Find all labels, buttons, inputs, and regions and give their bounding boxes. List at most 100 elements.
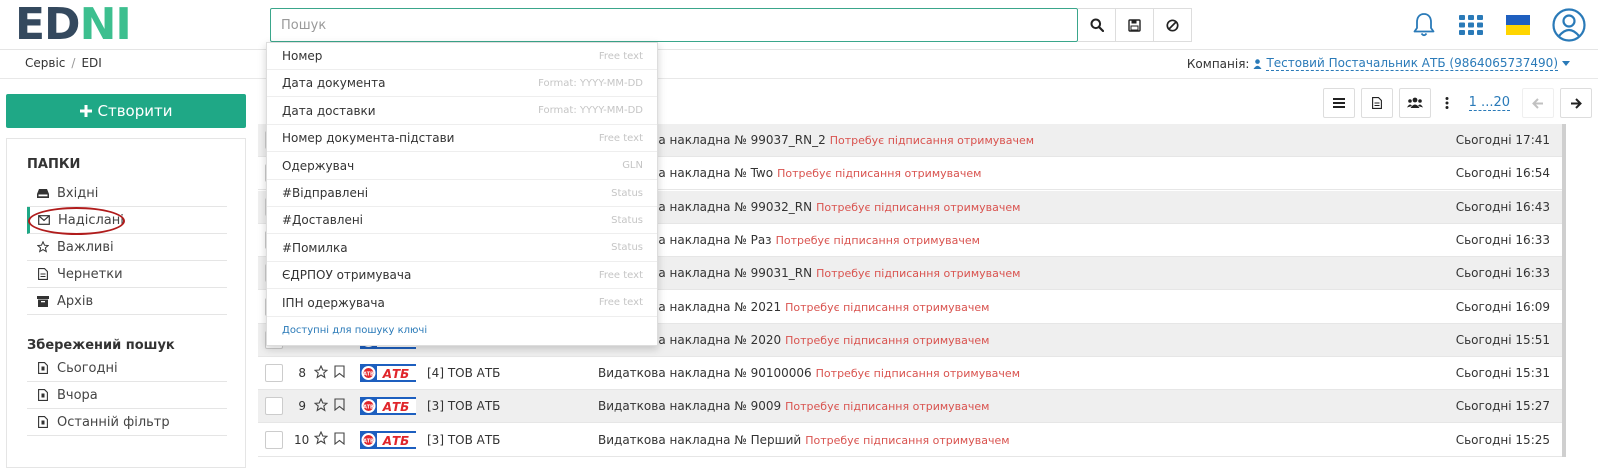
row-company: [4] ТОВ АТБ [427, 366, 501, 381]
breadcrumb-item-service[interactable]: Сервіс [25, 56, 65, 70]
search-key-label: #Доставлені [282, 213, 364, 228]
saved-search-yesterday[interactable]: Вчора [27, 382, 227, 409]
row-time: Сьогодні 16:09 [1455, 299, 1550, 314]
company-selector: Компанія: Тестовий Постачальник АТБ (986… [1187, 56, 1570, 71]
document-view-button[interactable] [1360, 88, 1393, 118]
search-key-option[interactable]: ІПН одержувача Free text [267, 290, 657, 317]
plus-icon [79, 105, 92, 117]
search-key-hint: Status [611, 187, 643, 199]
row-document[interactable]: Видаткова накладна № Перший Потребує підп… [598, 433, 1010, 447]
notifications-button[interactable] [1412, 12, 1436, 38]
search-key-option[interactable]: Номер Free text [267, 43, 657, 70]
logo[interactable]: ED NI [15, 0, 132, 50]
ukraine-flag-icon [1506, 15, 1530, 35]
row-status: Потребує підписання отримувачем [785, 333, 990, 347]
search-key-hint: Format: YYYY-MM-DD [538, 77, 643, 89]
save-search-button[interactable] [1116, 8, 1154, 42]
logo-text-left: ED [15, 0, 81, 50]
breadcrumb-item-edi[interactable]: EDI [81, 56, 101, 70]
user-menu-button[interactable] [1552, 8, 1586, 42]
scrollbar[interactable] [1562, 124, 1566, 457]
row-company: [3] ТОВ АТБ [427, 432, 501, 447]
more-options-button[interactable] [1436, 88, 1457, 118]
grid-icon [1459, 15, 1483, 35]
saved-search-last-filter[interactable]: Останній фільтр [27, 409, 227, 436]
sidebar-item-important[interactable]: Важливі [27, 234, 227, 261]
star-icon[interactable] [313, 397, 329, 415]
list-view-button[interactable] [1322, 88, 1355, 118]
sidebar-item-label: Архів [57, 293, 94, 309]
pager-range[interactable]: 1 ...20 [1468, 95, 1510, 111]
row-document[interactable]: Видаткова накладна № 99031_RN Потребує пі… [598, 266, 1020, 280]
search-key-option[interactable]: Дата доставки Format: YYYY-MM-DD [267, 98, 657, 125]
row-checkbox[interactable] [265, 430, 283, 449]
row-time: Сьогодні 15:31 [1455, 366, 1550, 381]
row-company: [3] ТОВ АТБ [427, 399, 501, 414]
search-key-label: Номер [282, 49, 323, 63]
search-key-hint: Format: YYYY-MM-DD [538, 105, 643, 117]
bookmark-icon[interactable] [334, 398, 345, 414]
search-bar [270, 8, 1192, 42]
search-key-hint: Free text [598, 269, 643, 281]
list-icon [1332, 98, 1345, 108]
search-icon [1090, 18, 1104, 32]
caret-down-icon[interactable] [1562, 60, 1570, 67]
sidebar-item-drafts[interactable]: Чернетки [27, 261, 227, 288]
saved-search-heading: Збережений пошук [27, 338, 175, 353]
company-value[interactable]: Тестовий Постачальник АТБ (9864065737490… [1266, 56, 1558, 71]
bookmark-icon[interactable] [334, 365, 345, 381]
row-document[interactable]: Видаткова накладна № 90100006 Потребує пі… [598, 366, 1020, 380]
search-key-option[interactable]: ЄДРПОУ отримувача Free text [267, 262, 657, 290]
search-button[interactable] [1078, 8, 1116, 42]
row-time: Сьогодні 15:51 [1455, 332, 1550, 347]
sidebar-item-inbox[interactable]: Вхідні [27, 180, 227, 207]
next-page-button[interactable] [1560, 88, 1592, 118]
row-status: Потребує підписання отримувачем [815, 367, 1020, 381]
bookmark-icon[interactable] [334, 432, 345, 448]
row-checkbox[interactable] [265, 364, 283, 383]
table-row[interactable]: 8 ATB АТБ [4] ТОВ АТБ Видаткова накладна № 9… [258, 357, 1562, 391]
saved-search-label: Останній фільтр [57, 414, 170, 430]
table-row[interactable]: 9 ATB АТБ [3] ТОВ АТБ Видаткова накладна № 9… [258, 390, 1562, 424]
row-document[interactable]: Видаткова накладна № 9009 Потребує підпис… [598, 399, 989, 413]
search-key-option[interactable]: #Відправлені Status [267, 180, 657, 207]
row-status: Потребує підписання отримувачем [816, 267, 1021, 281]
sidebar-item-archive[interactable]: Архів [27, 288, 227, 315]
breadcrumb: Сервіс / EDI [25, 56, 102, 70]
star-icon[interactable] [313, 364, 329, 382]
prev-page-button[interactable] [1522, 88, 1554, 118]
search-input[interactable] [270, 8, 1078, 42]
svg-text:АТБ: АТБ [382, 434, 410, 448]
language-switch[interactable] [1506, 15, 1530, 35]
search-key-option[interactable]: Одержувач GLN [267, 153, 657, 180]
searchable-keys-link[interactable]: Доступні для пошуку ключі [282, 325, 427, 336]
search-key-option[interactable]: Дата документа Format: YYYY-MM-DD [267, 70, 657, 98]
row-checkbox[interactable] [265, 397, 283, 416]
search-key-hint: Status [611, 242, 643, 254]
clear-search-button[interactable] [1154, 8, 1192, 42]
search-key-option[interactable]: Номер документа-підстави Free text [267, 125, 657, 153]
group-view-button[interactable] [1398, 88, 1431, 118]
row-time: Сьогодні 16:54 [1455, 166, 1550, 181]
search-key-option[interactable]: #Помилка Status [267, 235, 657, 262]
saved-search-today[interactable]: Сьогодні [27, 355, 227, 382]
star-icon[interactable] [313, 430, 329, 448]
apps-menu-button[interactable] [1458, 14, 1484, 36]
table-row[interactable]: 10 ATB АТБ [3] ТОВ АТБ Видаткова накладна № … [258, 424, 1562, 457]
create-button[interactable]: Створити [6, 94, 246, 128]
search-key-label: Номер документа-підстави [282, 131, 455, 146]
row-number: 8 [298, 366, 306, 381]
archive-icon [37, 295, 49, 307]
search-key-option[interactable]: #Доставлені Status [267, 207, 657, 235]
search-key-label: #Відправлені [282, 186, 369, 200]
svg-text:ATB: ATB [363, 438, 374, 444]
row-document[interactable]: Видаткова накладна № 99032_RN Потребує пі… [598, 200, 1020, 214]
saved-filter-icon [37, 416, 49, 428]
row-document[interactable]: Видаткова накладна № 99037_RN_2 Потребує … [598, 133, 1034, 147]
atb-logo-icon: ATB АТБ [360, 430, 416, 449]
row-status: Потребує підписання отримувачем [775, 233, 980, 247]
top-right-icons [1412, 0, 1598, 50]
bell-icon [1413, 13, 1435, 37]
saved-search-label: Вчора [57, 387, 98, 403]
highlight-annotation [28, 207, 125, 235]
